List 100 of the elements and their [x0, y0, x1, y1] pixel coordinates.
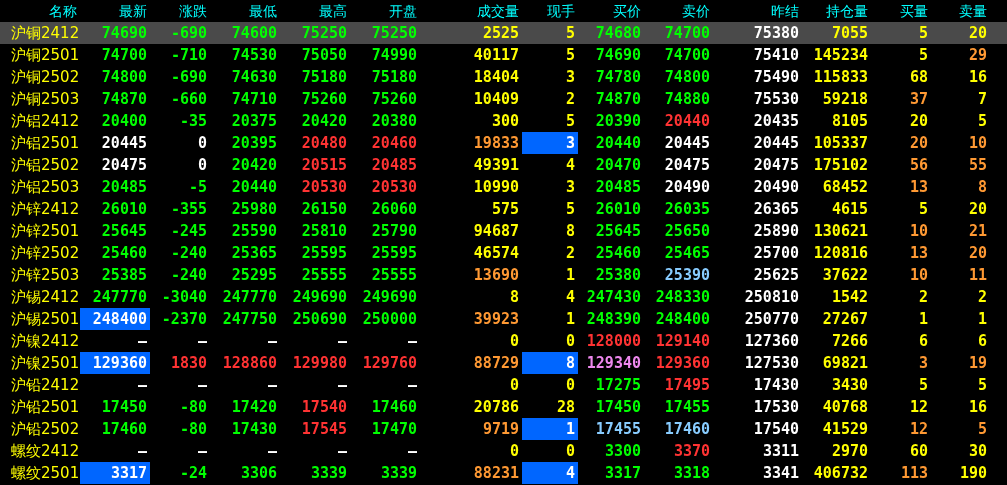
column-header[interactable]: 成交量 — [420, 0, 522, 22]
column-header[interactable]: 最高 — [280, 0, 350, 22]
contract-name: 沪铜2502 — [10, 67, 80, 88]
column-header[interactable]: 持仓量 — [802, 0, 871, 22]
table-cell: 25555 — [301, 268, 347, 283]
table-row[interactable]: 沪铅2412 — — — — — 0 0 17275 17495 17430 3430 5 5 — [0, 374, 1007, 396]
table-cell: 5 — [918, 202, 928, 217]
table-cell: 37622 — [822, 268, 868, 283]
table-row[interactable]: 沪铝2501 20445 0 20395 20480 20460 19833 3 20440 20445 20445 105337 20 10 — [0, 132, 1007, 154]
table-cell: — — [137, 444, 147, 459]
contract-name: 沪锌2502 — [10, 243, 80, 264]
table-cell: 20440 — [595, 136, 641, 151]
table-cell: 10 — [968, 136, 987, 151]
table-cell: 26035 — [664, 202, 710, 217]
table-cell: 20390 — [595, 114, 641, 129]
column-header[interactable]: 开盘 — [350, 0, 420, 22]
table-cell: 128000 — [586, 334, 641, 349]
table-cell: 68 — [909, 70, 928, 85]
table-cell: 74870 — [595, 92, 641, 107]
table-cell: — — [197, 378, 207, 393]
table-cell: 88231 — [473, 466, 519, 481]
table-cell: 248400 — [655, 312, 710, 327]
table-row[interactable]: 沪镍2501 129360 1830 128860 129980 129760 88729 8 129340 129360 127530 69821 3 19 — [0, 352, 1007, 374]
table-cell: 4 — [565, 466, 575, 481]
table-cell: 26365 — [753, 202, 799, 217]
table-cell: -690 — [170, 26, 207, 41]
table-row[interactable]: 沪镍2412 — — — — — 0 0 128000 129140 127360 7266 6 6 — [0, 330, 1007, 352]
table-cell: 17460 — [371, 400, 417, 415]
table-cell: 8 — [565, 356, 575, 371]
column-header[interactable]: 名称 — [0, 0, 80, 22]
table-cell: 3370 — [673, 444, 710, 459]
table-row[interactable]: 沪铜2502 74800 -690 74630 75180 75180 18404 3 74780 74800 75490 115833 68 16 — [0, 66, 1007, 88]
table-cell: -2370 — [161, 312, 207, 327]
column-header[interactable]: 买价 — [578, 0, 644, 22]
table-cell: 7266 — [831, 334, 868, 349]
table-cell: 74800 — [664, 70, 710, 85]
table-row[interactable]: 沪铜2501 74700 -710 74530 75050 74990 40117 5 74690 74700 75410 145234 5 29 — [0, 44, 1007, 66]
table-cell: 25460 — [595, 246, 641, 261]
column-header[interactable]: 昨结 — [713, 0, 802, 22]
table-cell: 28 — [556, 400, 575, 415]
table-cell: -5 — [188, 180, 207, 195]
table-row[interactable]: 沪铝2412 20400 -35 20375 20420 20380 300 5 20390 20440 20435 8105 20 5 — [0, 110, 1007, 132]
table-cell: 26010 — [595, 202, 641, 217]
table-row[interactable]: 沪铝2502 20475 0 20420 20515 20485 49391 4 20470 20475 20475 175102 56 55 — [0, 154, 1007, 176]
table-cell: 5 — [977, 378, 987, 393]
table-cell: 25650 — [664, 224, 710, 239]
column-header[interactable]: 卖价 — [644, 0, 713, 22]
table-cell: 19833 — [473, 136, 519, 151]
table-cell: -690 — [170, 70, 207, 85]
table-row[interactable]: 沪锌2503 25385 -240 25295 25555 25555 13690 1 25380 25390 25625 37622 10 11 — [0, 264, 1007, 286]
table-cell: 0 — [565, 378, 575, 393]
table-cell: 3311 — [762, 444, 799, 459]
table-cell: — — [407, 444, 417, 459]
table-row[interactable]: 沪锌2412 26010 -355 25980 26150 26060 575 5 26010 26035 26365 4615 5 20 — [0, 198, 1007, 220]
table-row[interactable]: 沪铜2503 74870 -660 74710 75260 75260 10409 2 74870 74880 75530 59218 37 7 — [0, 88, 1007, 110]
table-cell: 59218 — [822, 92, 868, 107]
table-row[interactable]: 沪锌2501 25645 -245 25590 25810 25790 94687 8 25645 25650 25890 130621 10 21 — [0, 220, 1007, 242]
table-cell: 8 — [565, 224, 575, 239]
table-cell: 20440 — [231, 180, 277, 195]
table-cell: 18404 — [473, 70, 519, 85]
table-cell: 25385 — [101, 268, 147, 283]
column-header[interactable]: 最低 — [210, 0, 280, 22]
table-cell: 25590 — [231, 224, 277, 239]
table-row[interactable]: 沪锌2502 25460 -240 25365 25595 25595 46574 2 25460 25465 25700 120816 13 20 — [0, 242, 1007, 264]
table-cell: 113 — [900, 466, 928, 481]
column-header[interactable]: 买量 — [871, 0, 931, 22]
table-cell: 12 — [909, 422, 928, 437]
table-cell: 3341 — [762, 466, 799, 481]
table-cell: 129360 — [655, 356, 710, 371]
table-row[interactable]: 沪铜2412 74690 -690 74600 75250 75250 2525 5 74680 74700 75380 7055 5 20 — [0, 22, 1007, 44]
table-cell: 4 — [565, 290, 575, 305]
table-cell: 145234 — [813, 48, 868, 63]
table-row[interactable]: 沪铅2501 17450 -80 17420 17540 17460 20786 28 17450 17455 17530 40768 12 16 — [0, 396, 1007, 418]
table-cell: 75530 — [753, 92, 799, 107]
column-header[interactable]: 卖量 — [931, 0, 990, 22]
table-cell: 74710 — [231, 92, 277, 107]
table-row[interactable]: 沪铝2503 20485 -5 20440 20530 20530 10990 3 20485 20490 20490 68452 13 8 — [0, 176, 1007, 198]
column-header[interactable]: 涨跌 — [150, 0, 210, 22]
table-row[interactable]: 沪锡2412 247770 -3040 247770 249690 249690 8 4 247430 248330 250810 1542 2 2 — [0, 286, 1007, 308]
table-cell: 5 — [918, 48, 928, 63]
table-cell: 25790 — [371, 224, 417, 239]
table-cell: 74690 — [101, 26, 147, 41]
table-cell: 20 — [968, 202, 987, 217]
column-header[interactable]: 现手 — [522, 0, 578, 22]
table-cell: 1 — [977, 312, 987, 327]
contract-name: 沪铜2412 — [10, 23, 80, 44]
table-cell: 75180 — [301, 70, 347, 85]
table-row[interactable]: 沪锡2501 248400 -2370 247750 250690 250000 39923 1 248390 248400 250770 27267 1 1 — [0, 308, 1007, 330]
contract-name: 沪锌2501 — [10, 221, 80, 242]
table-cell: 8105 — [831, 114, 868, 129]
table-cell: -80 — [179, 422, 207, 437]
table-row[interactable]: 螺纹2412 — — — — — 0 0 3300 3370 3311 2970 60 30 — [0, 440, 1007, 462]
column-header[interactable]: 最新 — [80, 0, 150, 22]
contract-name: 沪铅2412 — [10, 375, 80, 396]
table-row[interactable]: 沪铅2502 17460 -80 17430 17545 17470 9719 1 17455 17460 17540 41529 12 5 — [0, 418, 1007, 440]
contract-name: 沪铅2502 — [10, 419, 80, 440]
table-cell: 17430 — [753, 378, 799, 393]
table-row[interactable]: 螺纹2501 3317 -24 3306 3339 3339 88231 4 3317 3318 3341 406732 113 190 — [0, 462, 1007, 484]
table-cell: 74880 — [664, 92, 710, 107]
table-cell: 74700 — [664, 26, 710, 41]
